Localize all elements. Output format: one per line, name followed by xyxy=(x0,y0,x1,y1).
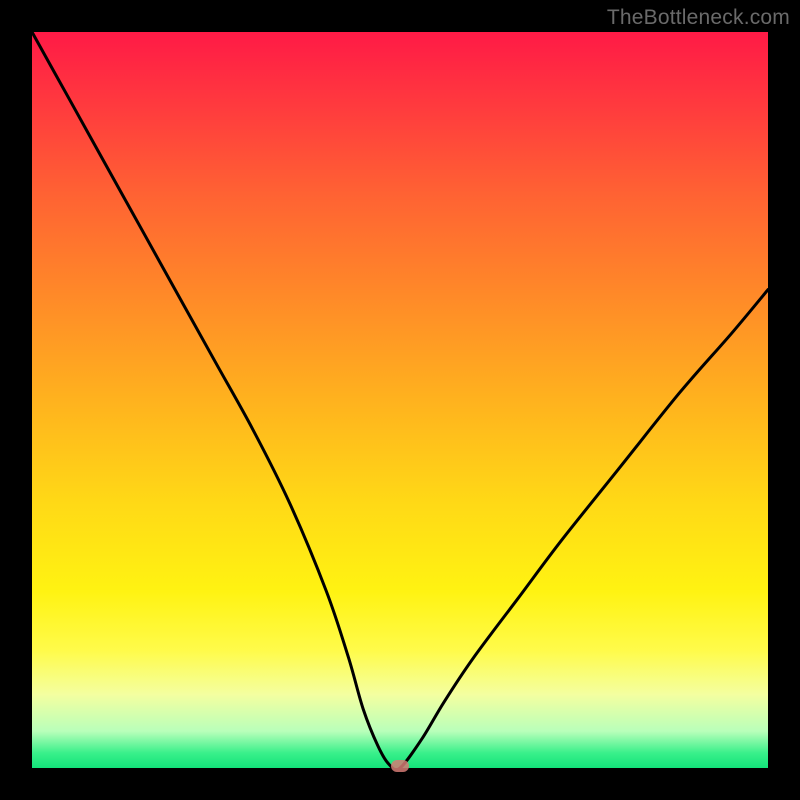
chart-plot-area xyxy=(32,32,768,768)
watermark-text: TheBottleneck.com xyxy=(607,6,790,30)
chart-frame: TheBottleneck.com xyxy=(0,0,800,800)
